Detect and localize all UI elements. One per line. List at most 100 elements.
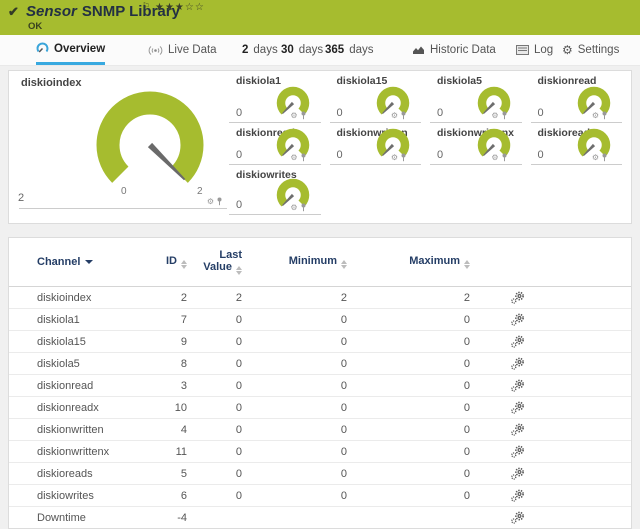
channel-gears-icon	[510, 379, 525, 392]
cell-id: 11	[147, 446, 187, 458]
small-gauge-cell: diskiola15 0 ⚙	[330, 71, 422, 123]
main-gauge-actions: ⚙	[207, 197, 223, 206]
gauge-gear-icon[interactable]: ⚙	[290, 154, 297, 162]
header-label: Value	[203, 261, 232, 273]
status-badge: OK	[28, 21, 42, 32]
tab-unit: days	[253, 44, 277, 56]
channel-settings-button[interactable]	[470, 291, 565, 304]
gauge-gear-icon[interactable]: ⚙	[491, 112, 498, 120]
channel-gears-icon	[510, 489, 525, 502]
cell-minimum: 0	[242, 402, 347, 414]
pin-icon[interactable]	[300, 111, 307, 120]
tab-log[interactable]: Log	[516, 35, 553, 65]
cell-maximum: 0	[347, 380, 470, 392]
channel-gears-icon	[510, 357, 525, 370]
priority-stars[interactable]: ★★★☆☆	[155, 2, 205, 13]
pin-icon[interactable]	[601, 153, 608, 162]
main-gauge-scale-min: 0	[121, 186, 127, 197]
cell-minimum: 0	[242, 336, 347, 348]
gauge-gear-icon[interactable]: ⚙	[290, 112, 297, 120]
small-gauge-cell: diskioreads 0 ⚙	[531, 123, 623, 165]
small-gauge-value: 0	[337, 107, 343, 119]
small-gauge-actions: ⚙	[391, 153, 407, 162]
pin-icon[interactable]	[501, 111, 508, 120]
main-gauge-cell: diskioindex 0 2 2 ⚙	[9, 71, 229, 223]
tab-365-days[interactable]: 365 days	[325, 35, 373, 65]
tab-settings[interactable]: ⚙ Settings	[562, 35, 619, 65]
channel-gears-icon	[510, 467, 525, 480]
table-row: diskiola1 7 0 0 0	[9, 309, 631, 331]
cell-maximum: 0	[347, 424, 470, 436]
channel-settings-button[interactable]	[470, 423, 565, 436]
column-header-channel[interactable]: Channel	[37, 256, 147, 268]
channel-settings-button[interactable]	[470, 401, 565, 414]
small-gauge-value: 0	[337, 149, 343, 161]
small-gauge-actions: ⚙	[491, 111, 507, 120]
small-gauge-value: 0	[236, 149, 242, 161]
pin-icon[interactable]	[400, 153, 407, 162]
tab-number: 2	[242, 44, 248, 56]
channel-settings-button[interactable]	[470, 511, 565, 524]
column-header-id[interactable]: ID	[147, 255, 187, 269]
gauge-gear-icon[interactable]: ⚙	[391, 112, 398, 120]
pin-icon[interactable]	[501, 153, 508, 162]
small-gauge-actions: ⚙	[391, 111, 407, 120]
pin-icon[interactable]	[601, 111, 608, 120]
channel-settings-button[interactable]	[470, 489, 565, 502]
pin-icon[interactable]	[300, 203, 307, 212]
cell-id: 6	[147, 490, 187, 502]
table-row: diskionwrittenx 11 0 0 0	[9, 441, 631, 463]
channel-settings-button[interactable]	[470, 445, 565, 458]
tab-label: Historic Data	[430, 44, 496, 56]
cell-id: 8	[147, 358, 187, 370]
channel-settings-button[interactable]	[470, 379, 565, 392]
channel-settings-button[interactable]	[470, 313, 565, 326]
tab-live-data[interactable]: Live Data	[148, 35, 217, 65]
cell-last-value: 0	[187, 446, 242, 458]
cell-last-value: 0	[187, 380, 242, 392]
tab-label: Log	[534, 44, 553, 56]
cell-last-value: 0	[187, 358, 242, 370]
tab-30-days[interactable]: 30 days	[281, 35, 323, 65]
cell-maximum: 0	[347, 402, 470, 414]
column-header-minimum[interactable]: Minimum	[242, 255, 347, 269]
tab-overview[interactable]: Overview	[36, 35, 105, 65]
flag-icon[interactable]: ⚐	[142, 1, 150, 12]
channel-settings-button[interactable]	[470, 357, 565, 370]
small-gauge-value: 0	[437, 107, 443, 119]
table-body: diskioindex 2 2 2 2 diskiola1 7 0 0 0	[9, 287, 631, 529]
cell-last-value: 0	[187, 424, 242, 436]
cell-maximum: 2	[347, 292, 470, 304]
column-header-maximum[interactable]: Maximum	[347, 255, 470, 269]
cell-channel: diskionwrittenx	[37, 446, 147, 458]
pin-icon[interactable]	[300, 153, 307, 162]
table-row: diskionread 3 0 0 0	[9, 375, 631, 397]
main-gauge	[90, 87, 210, 207]
table-row: diskiola5 8 0 0 0	[9, 353, 631, 375]
pin-icon[interactable]	[400, 111, 407, 120]
title-prefix: Sensor	[26, 3, 77, 20]
table-row: diskionwritten 4 0 0 0	[9, 419, 631, 441]
gauge-gear-icon[interactable]: ⚙	[592, 112, 599, 120]
gauge-gear-icon[interactable]: ⚙	[290, 204, 297, 212]
tab-historic-data[interactable]: Historic Data	[412, 35, 496, 65]
cell-maximum: 0	[347, 490, 470, 502]
channel-settings-button[interactable]	[470, 467, 565, 480]
small-gauge-cell: diskionread 0 ⚙	[531, 71, 623, 123]
column-header-last-value[interactable]: Last Value	[187, 249, 242, 275]
header-label: Maximum	[409, 255, 460, 267]
cell-last-value: 2	[187, 292, 242, 304]
gauge-gear-icon[interactable]: ⚙	[592, 154, 599, 162]
gauge-gear-icon[interactable]: ⚙	[207, 198, 214, 206]
cell-id: 7	[147, 314, 187, 326]
gauge-gear-icon[interactable]: ⚙	[491, 154, 498, 162]
channel-settings-button[interactable]	[470, 335, 565, 348]
cell-minimum: 0	[242, 314, 347, 326]
tab-2-days[interactable]: 2 days	[242, 35, 278, 65]
pin-icon[interactable]	[216, 197, 223, 206]
channel-gears-icon	[510, 313, 525, 326]
gauges-panel: diskioindex 0 2 2 ⚙ diskiola1 0 ⚙	[8, 70, 632, 224]
cell-minimum: 0	[242, 490, 347, 502]
cell-last-value: 0	[187, 468, 242, 480]
gauge-gear-icon[interactable]: ⚙	[391, 154, 398, 162]
